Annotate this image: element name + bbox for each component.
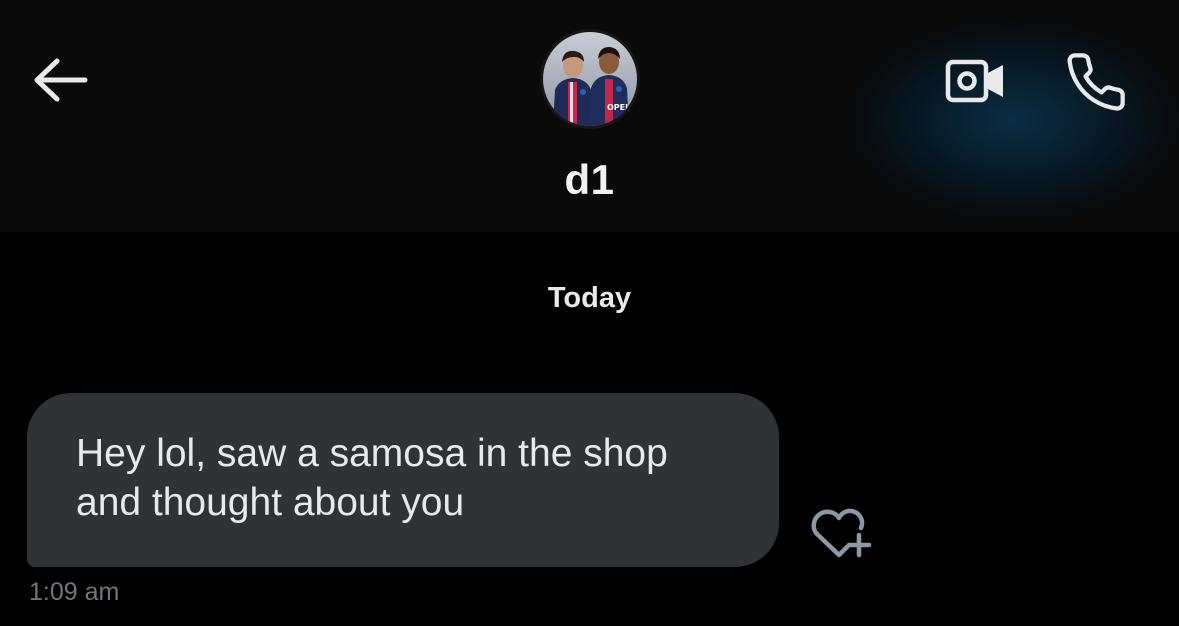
arrow-left-icon [34,58,88,102]
message-text: Hey lol, saw a samosa in the shop and th… [76,432,668,524]
add-reaction-button[interactable] [803,501,877,565]
message-timestamp: 1:09 am [29,578,120,606]
back-button[interactable] [28,52,94,108]
avatar-photo: OPEL [543,32,637,126]
video-camera-icon [945,59,1003,103]
conversation-header: OPEL d1 [0,0,1179,232]
voice-call-button[interactable] [1056,46,1136,118]
message-bubble[interactable]: Hey lol, saw a samosa in the shop and th… [27,393,779,567]
contact-name[interactable]: d1 [0,156,1179,204]
contact-avatar[interactable]: OPEL [540,29,640,129]
video-call-button[interactable] [938,50,1014,112]
date-separator: Today [547,282,632,314]
heart-plus-icon [811,508,872,558]
jersey-sponsor-text: OPEL [607,103,630,112]
dm-conversation-screen: OPEL d1 Today Hey lol, saw a samosa in t… [0,0,1179,626]
phone-icon [1067,53,1125,111]
